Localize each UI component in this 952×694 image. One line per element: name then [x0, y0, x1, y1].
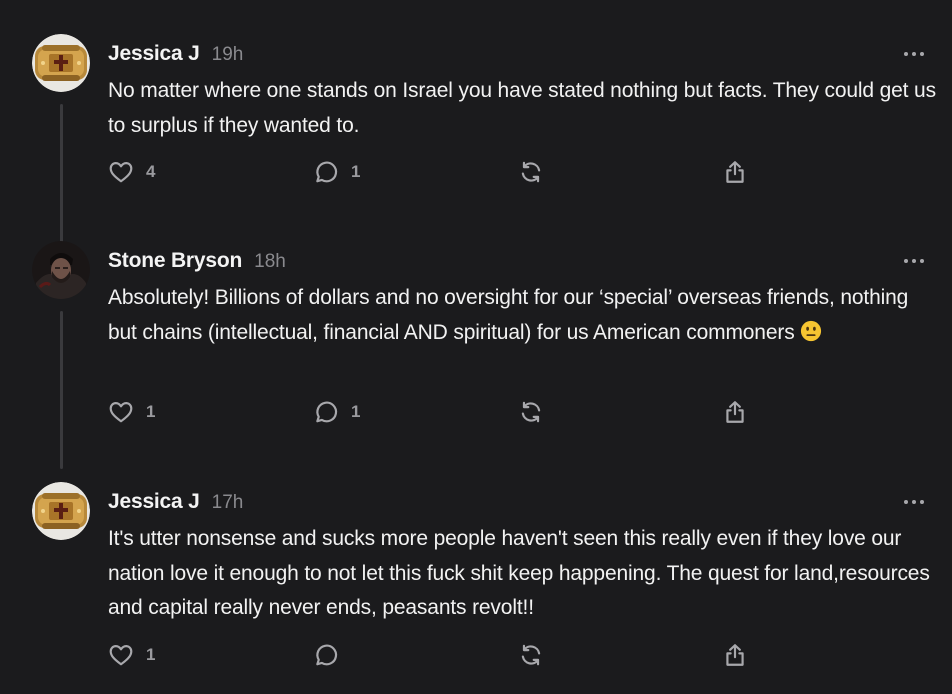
avatar[interactable]	[32, 482, 90, 540]
heart-icon	[109, 402, 133, 423]
reply-button[interactable]: 1	[313, 397, 360, 427]
thread-line	[60, 311, 63, 469]
share-button[interactable]	[722, 640, 748, 670]
reply-count: 1	[351, 162, 361, 181]
comment-bubble-icon	[316, 401, 338, 423]
comment-text: No matter where one stands on Israel you…	[108, 79, 936, 137]
avatar[interactable]	[32, 34, 90, 92]
cross-ring-icon	[32, 482, 90, 540]
comment-actions: 4 1	[108, 157, 868, 187]
restack-icon	[521, 644, 541, 666]
share-button[interactable]	[722, 157, 748, 187]
thread-line	[60, 104, 63, 264]
comment-actions: 1 1	[108, 397, 868, 427]
more-horizontal-icon[interactable]	[902, 48, 926, 60]
cross-ring-icon	[32, 34, 90, 92]
heart-icon	[109, 645, 133, 666]
like-button[interactable]: 1	[108, 397, 155, 427]
more-horizontal-icon[interactable]	[902, 255, 926, 267]
share-icon	[726, 161, 744, 183]
like-count: 4	[146, 162, 156, 181]
restack-icon	[521, 401, 541, 423]
share-icon	[726, 644, 744, 666]
like-button[interactable]: 1	[108, 640, 155, 670]
heart-icon	[109, 162, 133, 183]
reply-button[interactable]: 1	[313, 157, 360, 187]
avatar[interactable]	[32, 241, 90, 299]
restack-button[interactable]	[518, 157, 544, 187]
share-icon	[726, 401, 744, 423]
like-count: 1	[146, 402, 156, 421]
comment-actions: 1	[108, 640, 868, 670]
comment-text: It's utter nonsense and sucks more peopl…	[108, 527, 930, 619]
like-count: 1	[146, 645, 156, 664]
timestamp[interactable]: 18h	[254, 251, 286, 273]
author-name[interactable]: Jessica J	[108, 42, 200, 66]
like-button[interactable]: 4	[108, 157, 155, 187]
timestamp[interactable]: 19h	[212, 44, 244, 66]
comment-bubble-icon	[316, 644, 338, 666]
comment-text-container: Absolutely! Billions of dollars and no o…	[108, 281, 938, 350]
share-button[interactable]	[722, 397, 748, 427]
more-horizontal-icon[interactable]	[902, 496, 926, 508]
author-name[interactable]: Stone Bryson	[108, 249, 242, 273]
author-name[interactable]: Jessica J	[108, 490, 200, 514]
reply-count: 1	[351, 402, 361, 421]
person-photo-icon	[32, 241, 90, 299]
restack-icon	[521, 161, 541, 183]
comment-text: Absolutely! Billions of dollars and no o…	[108, 286, 909, 344]
neutral-face-emoji	[800, 320, 821, 341]
reply-button[interactable]	[313, 640, 339, 670]
restack-button[interactable]	[518, 397, 544, 427]
restack-button[interactable]	[518, 640, 544, 670]
comment-bubble-icon	[316, 161, 338, 183]
timestamp[interactable]: 17h	[212, 492, 244, 514]
comment-thread: Jessica J 19h No matter where one stands…	[0, 0, 952, 694]
